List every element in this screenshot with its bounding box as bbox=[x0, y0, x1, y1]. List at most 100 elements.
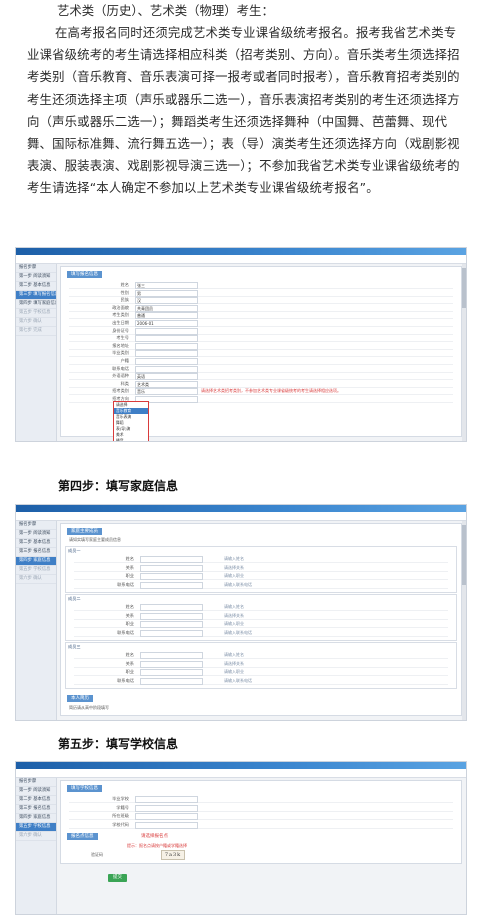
sidebar-item[interactable]: 第四步 家庭信息 bbox=[16, 814, 56, 823]
sidebar-item[interactable]: 第二步 基本信息 bbox=[16, 539, 56, 548]
step-sidebar: 报名步骤 第一步 阅读须知 第二步 基本信息 第三步 填写报名信息 第四步 填写… bbox=[16, 264, 57, 441]
form-row: 所在班级 bbox=[69, 812, 453, 820]
section-title: 填写报名信息 bbox=[67, 271, 102, 278]
field-label: 身份证号 bbox=[112, 327, 129, 333]
form-panel: 填写学校信息 毕业学校 学籍号 所在班级 学校代码 报名点信息 请选择报名点 提示：报… bbox=[60, 780, 462, 864]
field-label: 学籍号 bbox=[116, 804, 129, 810]
sidebar-item[interactable]: 第七步 完成 bbox=[16, 327, 56, 336]
category-dropdown[interactable]: 请选择音乐教育音乐表演舞蹈表(导)演美术播音书法本人确定不参加 bbox=[113, 401, 149, 441]
field-input[interactable] bbox=[140, 660, 203, 668]
field-label: 职业 bbox=[125, 621, 134, 626]
form-row: 职业 请输入职业 bbox=[74, 620, 448, 628]
form-row: 姓名 请输入姓名 bbox=[74, 603, 448, 611]
sidebar-item[interactable]: 第一步 阅读须知 bbox=[16, 273, 56, 282]
scrollbar[interactable] bbox=[462, 521, 466, 720]
sidebar-item[interactable]: 第五步 学校信息 bbox=[16, 566, 56, 575]
field-label: 毕业学校 bbox=[112, 796, 129, 801]
field-label: 关系 bbox=[125, 612, 134, 618]
field-note: 请输入联系电话 bbox=[224, 629, 252, 635]
app-header bbox=[16, 505, 466, 512]
step-sidebar: 报名步骤 第一步 阅读须知 第二步 基本信息 第三步 报名信息 第四步 家庭信息… bbox=[16, 778, 57, 914]
dropdown-option[interactable]: 播音 bbox=[114, 438, 148, 441]
article-paragraph: 在高考报名同时还须完成艺术类专业课省级统考报名。报考我省艺术类专业课省级统考的考… bbox=[27, 25, 460, 196]
sidebar-item[interactable]: 第一步 阅读须知 bbox=[16, 530, 56, 539]
user-bar bbox=[16, 255, 466, 264]
field-input[interactable] bbox=[140, 573, 203, 580]
screenshot-family-info: 报名步骤 第一步 阅读须知 第二步 基本信息 第三步 报名信息 第四步 家庭信息… bbox=[15, 504, 467, 721]
sidebar-item[interactable]: 第三步 报名信息 bbox=[16, 805, 56, 814]
field-label: 科类 bbox=[120, 380, 129, 386]
sidebar-item[interactable]: 第六步 确认 bbox=[16, 575, 56, 584]
sidebar-item-active[interactable]: 第三步 填写报名信息 bbox=[16, 291, 56, 300]
field-note: 请选择艺术类招考类别，不参加艺术类专业课省级统考的考生请选择相应选项。 bbox=[201, 388, 341, 394]
field-label: 姓名 bbox=[125, 652, 134, 657]
captcha-image[interactable]: 7a3k bbox=[161, 850, 185, 860]
field-label: 姓名 bbox=[120, 282, 129, 287]
field-input[interactable] bbox=[140, 556, 203, 563]
step-four-heading: 第四步：填写家庭信息 bbox=[58, 479, 179, 493]
sidebar-item[interactable]: 第二步 基本信息 bbox=[16, 282, 56, 291]
form-row: 关系 请选择关系 bbox=[74, 564, 448, 572]
field-input[interactable] bbox=[140, 629, 203, 637]
section-title: 家庭主要成员 bbox=[67, 528, 102, 535]
field-label: 联系电话 bbox=[117, 581, 134, 587]
sidebar-item[interactable]: 第六步 确认 bbox=[16, 318, 56, 327]
user-bar bbox=[16, 512, 466, 521]
field-label: 职业 bbox=[125, 669, 134, 674]
sidebar-item[interactable]: 第三步 报名信息 bbox=[16, 548, 56, 557]
sidebar-item[interactable]: 第四步 填写家庭信息 bbox=[16, 300, 56, 309]
field-label: 关系 bbox=[125, 660, 134, 666]
user-bar bbox=[16, 769, 466, 778]
form-row: 职业 请输入职业 bbox=[74, 668, 448, 676]
field-note: 请选择关系 bbox=[224, 660, 244, 666]
field-label: 性别 bbox=[120, 289, 129, 295]
sidebar-item[interactable]: 第一步 阅读须知 bbox=[16, 787, 56, 796]
field-note: 请输入姓名 bbox=[224, 652, 244, 657]
sidebar-item[interactable]: 第五步 学校信息 bbox=[16, 309, 56, 318]
field-input[interactable] bbox=[135, 804, 198, 812]
sidebar-item-active[interactable]: 第五步 学校信息 bbox=[16, 823, 56, 832]
field-label: 所在班级 bbox=[112, 813, 129, 818]
field-input[interactable] bbox=[140, 612, 203, 620]
field-label: 外语语种 bbox=[112, 373, 129, 379]
field-note: 请输入职业 bbox=[224, 621, 244, 626]
field-input[interactable] bbox=[140, 564, 203, 572]
scrollbar[interactable] bbox=[462, 264, 466, 441]
sidebar-item[interactable]: 报名步骤 bbox=[16, 521, 56, 530]
resume-hint: 简历请从高中阶段填写 bbox=[69, 705, 109, 710]
field-input[interactable] bbox=[135, 821, 198, 829]
form-row: 职业 请输入职业 bbox=[74, 572, 448, 580]
field-label: 学校代码 bbox=[112, 821, 129, 827]
submit-button[interactable]: 提交 bbox=[108, 874, 127, 882]
field-input[interactable] bbox=[140, 604, 203, 611]
field-input[interactable] bbox=[135, 796, 198, 803]
article-intro-line: 艺术类（历史）、艺术类（物理）考生： bbox=[57, 3, 274, 18]
form-row: 学籍号 bbox=[69, 804, 453, 812]
field-input[interactable] bbox=[140, 669, 203, 676]
sidebar-item[interactable]: 第二步 基本信息 bbox=[16, 796, 56, 805]
app-header bbox=[16, 762, 466, 769]
field-note: 请输入姓名 bbox=[224, 604, 244, 609]
sidebar-item[interactable]: 报名步骤 bbox=[16, 778, 56, 787]
field-label: 户籍 bbox=[120, 358, 129, 363]
field-input[interactable] bbox=[140, 581, 203, 589]
step-five-heading: 第五步：填写学校信息 bbox=[58, 737, 179, 751]
form-row: 毕业学校 bbox=[69, 795, 453, 803]
form-row: 姓名 请输入姓名 bbox=[74, 651, 448, 659]
sidebar-item-active[interactable]: 第四步 家庭信息 bbox=[16, 557, 56, 566]
field-label: 联系电话 bbox=[117, 677, 134, 683]
form-panel: 填写报名信息 姓名 张三 性别男民族汉政治面貌 共青团员 考生类别 普通 出生日期 2006-… bbox=[60, 266, 462, 441]
member-block-label: 成员二 bbox=[68, 596, 81, 601]
captcha-label: 验证码 bbox=[91, 852, 103, 857]
field-input[interactable] bbox=[140, 652, 203, 659]
field-label: 毕业类别 bbox=[112, 350, 129, 356]
warning-text: 请选择报名点 bbox=[141, 834, 168, 839]
field-input[interactable] bbox=[140, 677, 203, 685]
sidebar-item[interactable]: 第六步 确认 bbox=[16, 832, 56, 841]
sidebar-item[interactable]: 报名步骤 bbox=[16, 264, 56, 273]
field-input[interactable] bbox=[140, 621, 203, 628]
form-row: 联系电话 请输入联系电话 bbox=[74, 629, 448, 637]
field-label: 关系 bbox=[125, 564, 134, 570]
field-input[interactable] bbox=[135, 813, 198, 820]
form-row: 姓名 请输入姓名 bbox=[74, 555, 448, 563]
